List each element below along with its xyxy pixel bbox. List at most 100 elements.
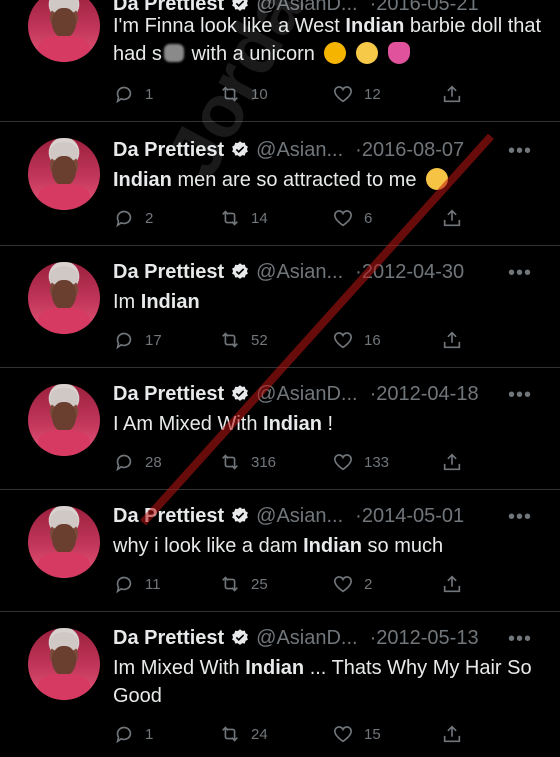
like-count: 15 [364, 725, 381, 743]
retweet-count: 316 [251, 453, 277, 471]
reply-icon [116, 726, 132, 744]
reply-button[interactable]: 2 [113, 207, 153, 229]
tweet-header: Da Prettiest @AsianD... · 2012-05-13 [113, 624, 479, 652]
retweet-icon [222, 332, 238, 348]
handle[interactable]: @AsianD... [256, 383, 357, 406]
like-button[interactable]: 2 [332, 573, 372, 595]
retweet-icon [222, 86, 238, 102]
two-hearts-emoji-icon [387, 42, 410, 64]
retweet-icon [222, 726, 238, 742]
heart-eyes-emoji-icon [324, 42, 347, 64]
share-icon [443, 453, 461, 471]
tweet[interactable]: Da Prettiest @Asian... · 2016-08-07 ••• … [0, 122, 560, 246]
tweet[interactable]: Da Prettiest @AsianD... · 2012-04-18 •••… [0, 368, 560, 490]
share-button[interactable] [441, 329, 473, 351]
display-name[interactable]: Da Prettiest [113, 139, 224, 162]
retweet-icon [222, 454, 238, 470]
retweet-count: 14 [251, 209, 268, 227]
tweet[interactable]: Da Prettiest @AsianD... · 2012-05-13 •••… [0, 612, 560, 757]
tweet-date[interactable]: 2012-04-18 [376, 383, 478, 406]
handle[interactable]: @Asian... [256, 261, 343, 284]
reply-count: 28 [145, 453, 162, 471]
tweet-text: Im Mixed With Indian ... Thats Why My Ha… [113, 657, 532, 707]
more-dots-icon[interactable]: ••• [508, 140, 532, 163]
retweet-button[interactable]: 316 [219, 451, 276, 473]
handle[interactable]: @AsianD... [256, 627, 357, 650]
retweet-icon [222, 210, 238, 226]
tweet-date[interactable]: 2012-05-13 [376, 627, 478, 650]
avatar[interactable] [28, 384, 100, 456]
date-separator: · [369, 382, 377, 405]
share-button[interactable] [441, 83, 473, 105]
share-button[interactable] [441, 573, 473, 595]
retweet-button[interactable]: 25 [219, 573, 268, 595]
avatar[interactable] [28, 506, 100, 578]
avatar[interactable] [28, 628, 100, 700]
retweet-count: 25 [251, 575, 268, 593]
like-count: 2 [364, 575, 373, 593]
share-button[interactable] [441, 451, 473, 473]
verified-badge-icon [232, 507, 249, 523]
like-button[interactable]: 6 [332, 207, 372, 229]
tweet-text: I'm Finna look like a West Indian barbie… [113, 15, 542, 65]
heart-icon [333, 726, 353, 743]
reply-count: 1 [145, 85, 154, 103]
display-name[interactable]: Da Prettiest [113, 383, 224, 406]
reply-count: 2 [145, 209, 154, 227]
tweet-actions: 2 14 6 [113, 206, 463, 230]
tweet-text: Indian men are so attracted to me [113, 166, 543, 194]
tweet-date[interactable]: 2014-05-01 [362, 505, 464, 528]
like-count: 6 [364, 209, 373, 227]
retweet-count: 52 [251, 331, 268, 349]
tweet[interactable]: Da Prettiest @Asian... · 2012-04-30 ••• … [0, 246, 560, 368]
tweet[interactable]: Da Prettiest @AsianD... · 2016-05-21 I'm… [0, 0, 560, 122]
retweet-button[interactable]: 14 [219, 207, 268, 229]
reply-button[interactable]: 17 [113, 329, 162, 351]
more-dots-icon[interactable]: ••• [508, 384, 532, 407]
reply-button[interactable]: 1 [113, 83, 153, 105]
retweet-count: 10 [251, 85, 268, 103]
avatar[interactable] [28, 262, 100, 334]
like-button[interactable]: 133 [332, 451, 389, 473]
like-count: 133 [364, 453, 390, 471]
handle[interactable]: @Asian... [256, 505, 343, 528]
more-dots-icon[interactable]: ••• [508, 506, 532, 529]
retweet-count: 24 [251, 725, 268, 743]
date-separator: · [369, 626, 377, 649]
reply-button[interactable]: 28 [113, 451, 162, 473]
share-button[interactable] [441, 207, 473, 229]
share-button[interactable] [441, 723, 473, 745]
tweet[interactable]: Da Prettiest @Asian... · 2014-05-01 ••• … [0, 490, 560, 612]
tweet-date[interactable]: 2012-04-30 [362, 261, 464, 284]
more-dots-icon[interactable]: ••• [508, 628, 532, 651]
tweet-header: Da Prettiest @Asian... · 2014-05-01 [113, 502, 464, 530]
like-button[interactable]: 12 [332, 83, 381, 105]
reply-icon [116, 454, 132, 472]
reply-button[interactable]: 1 [113, 723, 153, 745]
share-icon [443, 85, 461, 103]
heart-icon [333, 576, 353, 593]
tweet-date[interactable]: 2016-08-07 [362, 139, 464, 162]
like-button[interactable]: 15 [332, 723, 381, 745]
avatar[interactable] [28, 0, 100, 62]
retweet-button[interactable]: 52 [219, 329, 268, 351]
censor-blur [163, 44, 184, 62]
retweet-button[interactable]: 10 [219, 83, 268, 105]
crying-emoji-icon [426, 168, 449, 190]
reply-icon [116, 576, 132, 594]
display-name[interactable]: Da Prettiest [113, 627, 224, 650]
share-icon [443, 331, 461, 349]
handle[interactable]: @Asian... [256, 139, 343, 162]
like-button[interactable]: 16 [332, 329, 381, 351]
tweet-text: Im Indian [113, 291, 200, 313]
like-count: 16 [364, 331, 381, 349]
verified-badge-icon [232, 141, 249, 157]
display-name[interactable]: Da Prettiest [113, 261, 224, 284]
avatar[interactable] [28, 138, 100, 210]
reply-icon [116, 86, 132, 104]
retweet-button[interactable]: 24 [219, 723, 268, 745]
display-name[interactable]: Da Prettiest [113, 505, 224, 528]
more-dots-icon[interactable]: ••• [508, 262, 532, 285]
heart-icon [333, 332, 353, 349]
reply-button[interactable]: 11 [113, 573, 161, 595]
